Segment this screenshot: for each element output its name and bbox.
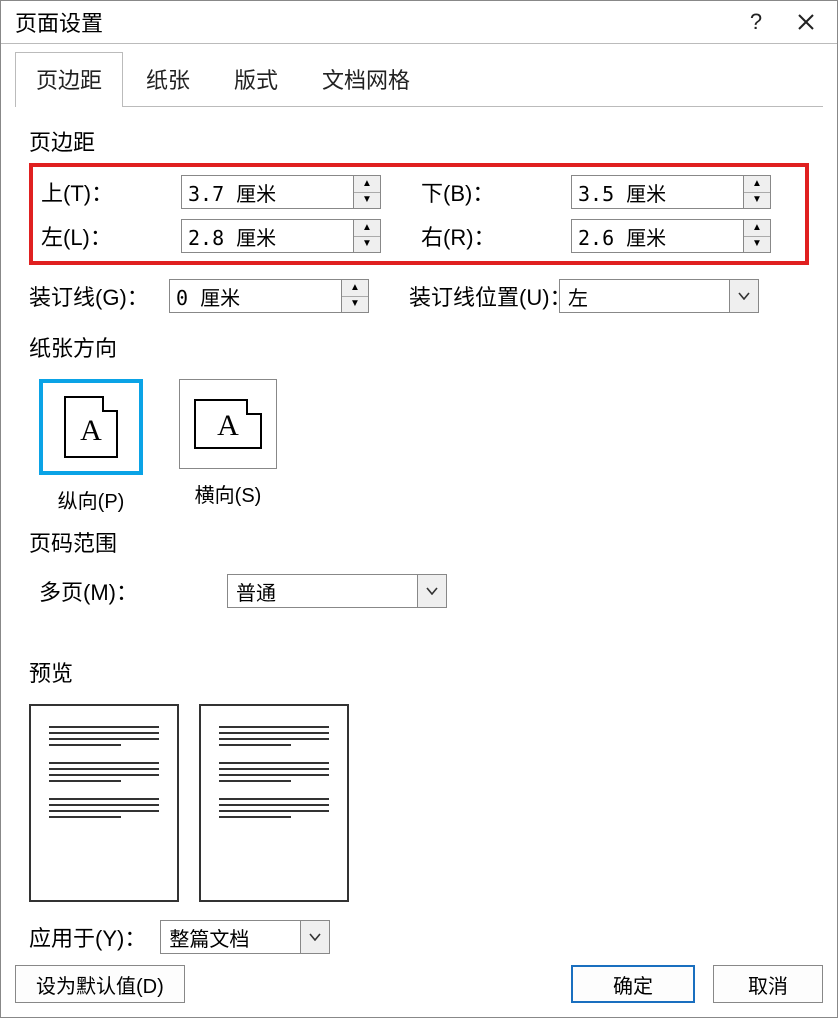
tab-margins[interactable]: 页边距 [15, 52, 123, 107]
orientation-landscape[interactable]: A 横向(S) [179, 379, 277, 514]
margin-left-label: 左(L)： [41, 220, 181, 252]
margin-top-up[interactable]: ▲ [354, 176, 380, 193]
gutter-size-spinner[interactable]: ▲ ▼ [169, 279, 369, 313]
margin-top-label: 上(T)： [41, 176, 181, 208]
preview-thumb-2 [199, 704, 349, 902]
chevron-down-icon [426, 587, 438, 595]
gutter-pos-label: 装订线位置(U)： [409, 280, 559, 312]
preview-title: 预览 [29, 656, 809, 688]
orientation-section-title: 纸张方向 [29, 331, 809, 363]
landscape-icon: A [179, 379, 277, 469]
multi-pages-dropdown-button[interactable] [418, 574, 447, 608]
apply-to-value: 整篇文档 [160, 920, 301, 954]
margin-top-spinner[interactable]: ▲ ▼ [181, 175, 381, 209]
gutter-row: 装订线(G)： ▲ ▼ 装订线位置(U)： 左 [29, 279, 809, 313]
apply-to-combo[interactable]: 整篇文档 [160, 920, 330, 954]
margin-bottom-input[interactable] [571, 175, 744, 209]
tab-layout[interactable]: 版式 [213, 52, 299, 107]
chevron-down-icon [309, 933, 321, 941]
gutter-size-down[interactable]: ▼ [342, 297, 368, 313]
highlighted-margins-area: 上(T)： ▲ ▼ 下(B)： ▲ ▼ [29, 163, 809, 265]
margins-section-title: 页边距 [29, 125, 809, 157]
close-icon [797, 13, 815, 31]
margin-left-up[interactable]: ▲ [354, 220, 380, 237]
gutter-pos-combo[interactable]: 左 [559, 279, 759, 313]
set-default-button[interactable]: 设为默认值(D) [15, 965, 185, 1003]
tab-paper[interactable]: 纸张 [125, 52, 211, 107]
margin-bottom-up[interactable]: ▲ [744, 176, 770, 193]
page-setup-dialog: 页面设置 ? 页边距 纸张 版式 文档网格 页边距 上(T)： [0, 0, 838, 1018]
orientation-portrait[interactable]: A 纵向(P) [39, 379, 143, 514]
margin-bottom-label: 下(B)： [421, 176, 571, 208]
gutter-pos-value: 左 [559, 279, 730, 313]
margin-right-spinner[interactable]: ▲ ▼ [571, 219, 771, 253]
tabs: 页边距 纸张 版式 文档网格 [15, 52, 823, 107]
margin-right-label: 右(R)： [421, 220, 571, 252]
gutter-size-up[interactable]: ▲ [342, 280, 368, 297]
portrait-label: 纵向(P) [58, 485, 125, 514]
apply-to-label: 应用于(Y)： [29, 921, 146, 953]
margin-left-input[interactable] [181, 219, 354, 253]
ok-button[interactable]: 确定 [571, 965, 695, 1003]
dialog-footer: 设为默认值(D) 确定 取消 [1, 955, 837, 1017]
margin-bottom-spinner[interactable]: ▲ ▼ [571, 175, 771, 209]
margin-top-input[interactable] [181, 175, 354, 209]
margin-right-up[interactable]: ▲ [744, 220, 770, 237]
help-button[interactable]: ? [731, 4, 781, 40]
margin-right-input[interactable] [571, 219, 744, 253]
cancel-button[interactable]: 取消 [713, 965, 823, 1003]
titlebar: 页面设置 ? [1, 1, 837, 44]
multi-pages-value: 普通 [227, 574, 418, 608]
apply-to-row: 应用于(Y)： 整篇文档 [29, 920, 809, 954]
window-title: 页面设置 [15, 6, 731, 38]
pages-section-title: 页码范围 [29, 526, 809, 558]
tab-content: 页边距 上(T)： ▲ ▼ 下(B)： ▲ ▼ [15, 107, 823, 955]
chevron-down-icon [738, 292, 750, 300]
margin-left-spinner[interactable]: ▲ ▼ [181, 219, 381, 253]
margin-right-down[interactable]: ▼ [744, 237, 770, 253]
portrait-icon: A [39, 379, 143, 475]
multi-pages-label: 多页(M)： [39, 575, 209, 607]
multi-pages-row: 多页(M)： 普通 [39, 574, 809, 608]
margin-left-down[interactable]: ▼ [354, 237, 380, 253]
preview-area [29, 704, 809, 902]
margin-top-down[interactable]: ▼ [354, 193, 380, 209]
orientation-group: A 纵向(P) A 横向(S) [39, 379, 809, 514]
close-button[interactable] [781, 4, 831, 40]
gutter-pos-dropdown-button[interactable] [730, 279, 759, 313]
dialog-body: 页边距 纸张 版式 文档网格 页边距 上(T)： ▲ ▼ [1, 44, 837, 955]
preview-thumb-1 [29, 704, 179, 902]
margin-bottom-down[interactable]: ▼ [744, 193, 770, 209]
multi-pages-combo[interactable]: 普通 [227, 574, 447, 608]
gutter-size-label: 装订线(G)： [29, 280, 169, 312]
tab-grid[interactable]: 文档网格 [301, 52, 431, 107]
landscape-label: 横向(S) [195, 479, 262, 508]
gutter-size-input[interactable] [169, 279, 342, 313]
apply-to-dropdown-button[interactable] [301, 920, 330, 954]
